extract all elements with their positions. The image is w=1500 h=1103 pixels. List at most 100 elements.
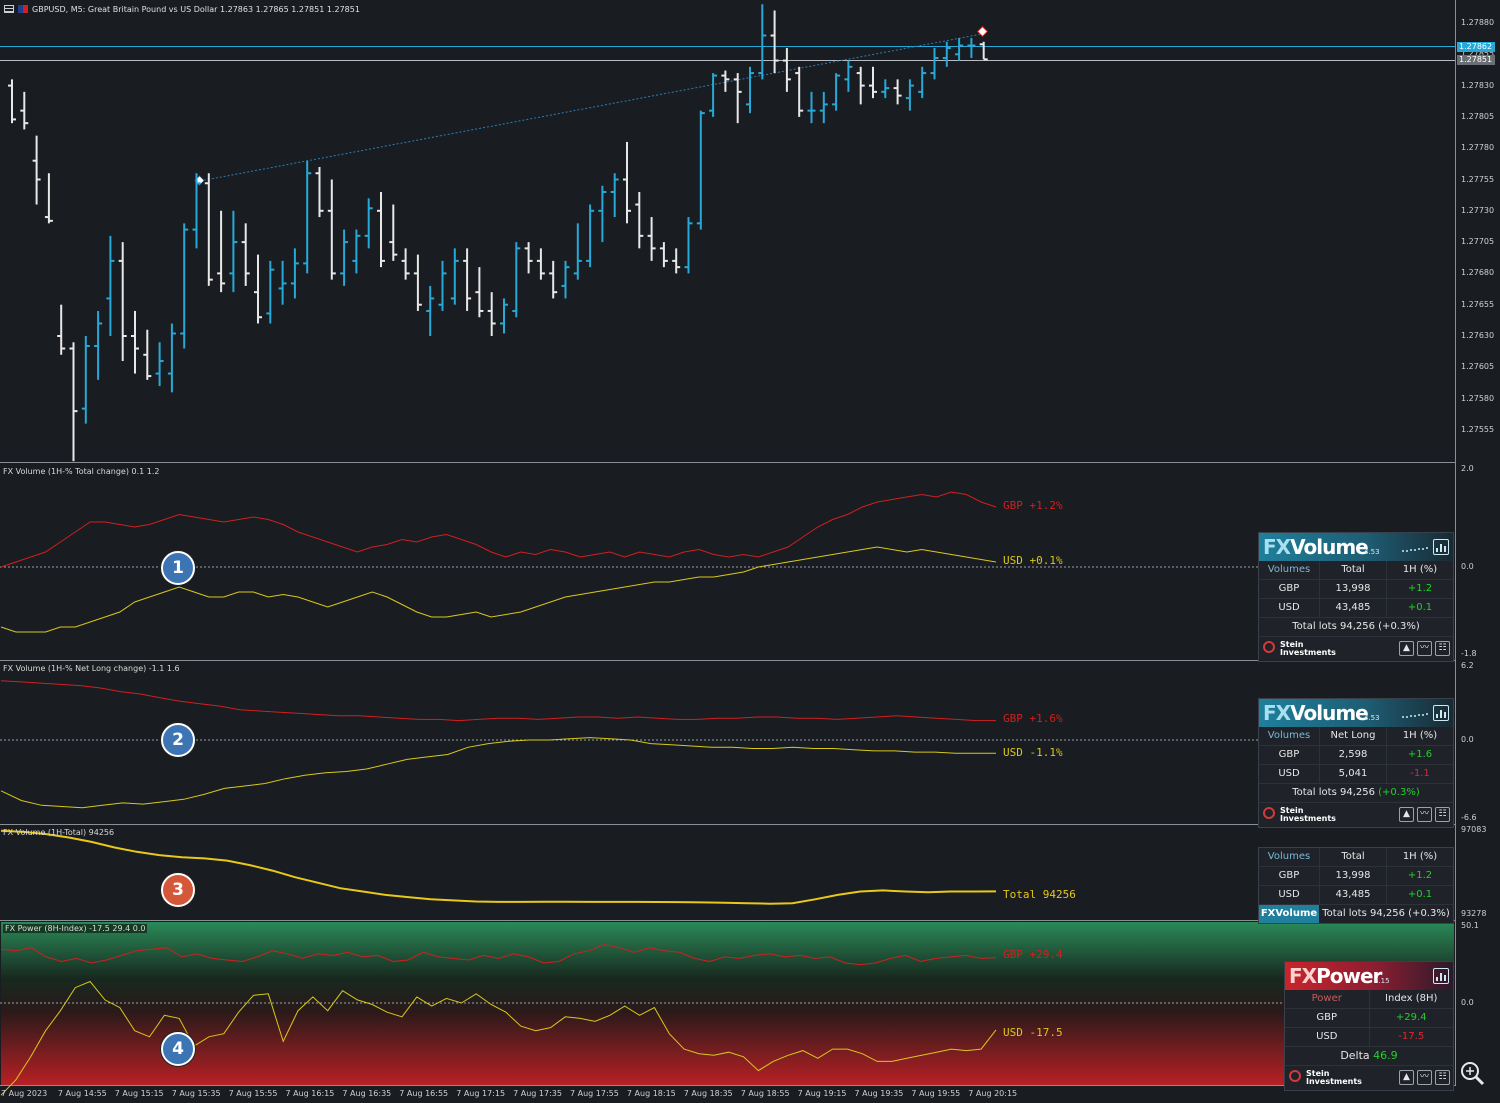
line-chart-icon[interactable]: 〰	[1417, 807, 1432, 822]
alert-bell-icon[interactable]: ▲	[1399, 641, 1414, 656]
ohlc-bar[interactable]	[278, 260, 287, 305]
ohlc-bar[interactable]	[746, 66, 754, 114]
ohlc-bar[interactable]	[327, 179, 336, 280]
ohlc-bar[interactable]	[131, 310, 139, 374]
ohlc-bar[interactable]	[352, 229, 361, 274]
ohlc-bar[interactable]	[94, 310, 103, 380]
ohlc-bar[interactable]	[807, 91, 816, 124]
ohlc-bar[interactable]	[586, 204, 595, 268]
ohlc-bar[interactable]	[217, 210, 226, 293]
ohlc-bar[interactable]	[647, 217, 656, 261]
bar-chart-icon[interactable]	[1433, 968, 1449, 984]
ohlc-bar[interactable]	[204, 173, 213, 286]
ohlc-bar[interactable]	[32, 135, 41, 205]
ohlc-bar[interactable]	[155, 342, 164, 387]
ohlc-bar[interactable]	[364, 198, 373, 249]
ohlc-bar[interactable]	[930, 48, 939, 80]
ohlc-bar[interactable]	[955, 38, 964, 61]
grid-icon[interactable]: ☷	[1435, 1070, 1450, 1085]
ohlc-bar[interactable]	[118, 242, 127, 362]
ohlc-bar[interactable]	[241, 223, 250, 286]
ohlc-bar[interactable]	[303, 160, 312, 274]
ohlc-bar[interactable]	[942, 41, 951, 67]
ohlc-bar[interactable]	[832, 73, 841, 111]
alert-bell-icon[interactable]: ▲	[1399, 807, 1414, 822]
list-icon[interactable]	[4, 5, 14, 13]
ohlc-bar[interactable]	[918, 66, 927, 99]
ohlc-bar[interactable]	[377, 192, 385, 268]
ohlc-bar[interactable]	[869, 66, 877, 99]
ohlc-bar[interactable]	[463, 248, 472, 311]
ohlc-bar[interactable]	[856, 66, 865, 105]
ohlc-bar[interactable]	[450, 248, 459, 305]
line-chart-icon[interactable]: 〰	[1417, 641, 1432, 656]
alert-bell-icon[interactable]: ▲	[1399, 1070, 1414, 1085]
ohlc-bar[interactable]	[536, 248, 545, 280]
ohlc-bar[interactable]	[549, 260, 558, 299]
ohlc-bar[interactable]	[180, 223, 189, 349]
bar-chart-icon[interactable]	[1433, 539, 1449, 555]
ohlc-bar[interactable]	[254, 254, 262, 324]
ohlc-bar[interactable]	[475, 267, 484, 318]
fxvolume-widget-compact[interactable]: Volumes Total 1H (%) GBP 13,998 +1.2 USD 43,4…	[1258, 847, 1454, 924]
ohlc-bar[interactable]	[561, 260, 570, 299]
ohlc-bar[interactable]	[795, 66, 804, 117]
fxpower-widget[interactable]: FXPower 4.15 Power Index (8H) GBP +29.4 US…	[1284, 961, 1454, 1091]
ohlc-bar[interactable]	[20, 91, 29, 130]
total-lots: Total lots 94,256 (+0.3%)	[1322, 908, 1450, 919]
ohlc-bar[interactable]	[69, 342, 78, 462]
ohlc-bar[interactable]	[81, 336, 90, 424]
ohlc-bar[interactable]	[844, 60, 853, 92]
ohlc-bar[interactable]	[905, 79, 914, 111]
ohlc-bar[interactable]	[44, 173, 53, 224]
bar-chart-icon[interactable]	[1433, 705, 1449, 721]
ohlc-bar[interactable]	[426, 285, 435, 336]
ohlc-bar[interactable]	[684, 217, 693, 274]
ohlc-bar[interactable]	[610, 173, 619, 218]
ohlc-bar[interactable]	[881, 79, 890, 99]
ohlc-bar[interactable]	[979, 41, 988, 61]
ohlc-bar[interactable]	[340, 229, 349, 286]
ohlc-bar[interactable]	[290, 248, 299, 299]
ohlc-bar[interactable]	[524, 242, 533, 274]
fxvolume-widget-netlong[interactable]: FXVolume 4.53 Volumes Net Long 1H (%) GBP 2…	[1258, 698, 1454, 828]
panel3-axis-bottom: 93278	[1461, 909, 1487, 918]
ohlc-bar[interactable]	[487, 292, 496, 336]
ohlc-bar[interactable]	[893, 79, 902, 105]
grid-icon[interactable]: ☷	[1435, 641, 1450, 656]
ohlc-bar[interactable]	[659, 242, 668, 268]
panel4-title: FX Power (8H-Index) -17.5 29.4 0.0	[3, 924, 148, 933]
ohlc-bar[interactable]	[438, 260, 447, 311]
ohlc-bar[interactable]	[512, 242, 521, 318]
ohlc-bar[interactable]	[106, 235, 115, 336]
ohlc-bar[interactable]	[709, 73, 718, 117]
ohlc-bar[interactable]	[500, 298, 508, 334]
line-chart-icon[interactable]: 〰	[1417, 1070, 1432, 1085]
ohlc-bar[interactable]	[770, 10, 779, 74]
ohlc-bar[interactable]	[8, 79, 16, 124]
ohlc-bar[interactable]	[143, 329, 152, 380]
ohlc-bar[interactable]	[167, 323, 176, 393]
zoom-icon[interactable]	[1459, 1060, 1485, 1086]
ohlc-bar[interactable]	[819, 91, 828, 124]
ohlc-bar[interactable]	[401, 248, 410, 280]
trend-line[interactable]	[199, 33, 983, 182]
ohlc-bar[interactable]	[672, 248, 681, 274]
ohlc-bar[interactable]	[413, 254, 422, 311]
ohlc-bar[interactable]	[266, 260, 275, 324]
ohlc-bar[interactable]	[57, 304, 66, 355]
ohlc-bar[interactable]	[229, 210, 238, 293]
ohlc-bar[interactable]	[967, 38, 976, 59]
ohlc-bar[interactable]	[635, 192, 644, 249]
ohlc-bar[interactable]	[598, 185, 607, 243]
ohlc-bar[interactable]	[696, 110, 705, 230]
ohlc-bar[interactable]	[389, 204, 398, 261]
fxvolume-widget-total[interactable]: FXVolume 4.53 Volumes Total 1H (%) GBP 13,9…	[1258, 532, 1454, 662]
ohlc-bar[interactable]	[573, 223, 582, 280]
ohlc-bar[interactable]	[315, 166, 324, 218]
ohlc-bars[interactable]	[8, 4, 988, 462]
ohlc-bar[interactable]	[758, 4, 767, 80]
fxvolume-tag[interactable]: FXVolume	[1259, 905, 1319, 923]
grid-icon[interactable]: ☷	[1435, 807, 1450, 822]
ohlc-bar[interactable]	[623, 141, 631, 224]
